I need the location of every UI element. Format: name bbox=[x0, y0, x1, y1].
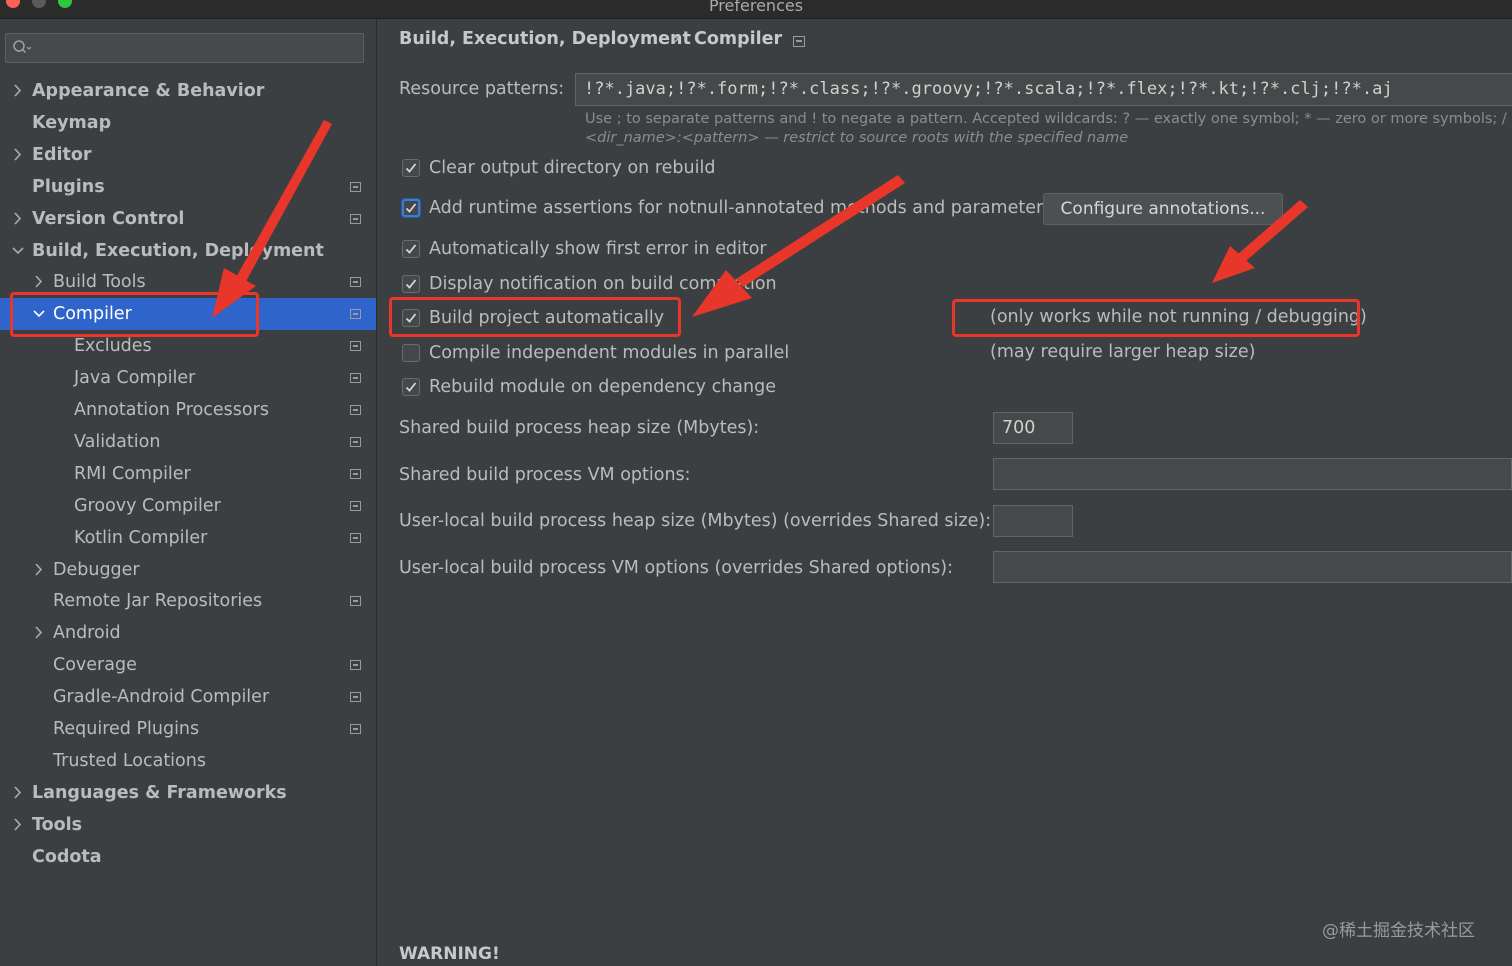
annotation-arrows bbox=[212, 120, 1308, 318]
annotation-arrow-build-automatically bbox=[692, 175, 905, 317]
annotation-arrow-note bbox=[1212, 200, 1308, 283]
annotation-arrow-sidebar bbox=[212, 120, 332, 318]
